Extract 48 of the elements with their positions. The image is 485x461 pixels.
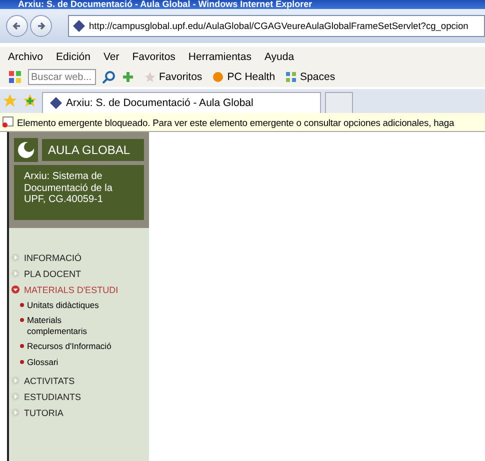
browser-tab[interactable]: Arxiu: S. de Documentació - Aula Global — [42, 92, 321, 113]
forward-button[interactable] — [30, 15, 52, 37]
bullet-icon — [11, 253, 20, 262]
grid-icon — [285, 71, 298, 83]
star-icon[interactable] — [2, 93, 18, 109]
nav-item[interactable]: ESTUDIANTS — [9, 388, 149, 405]
bullet-icon — [11, 376, 20, 386]
logo-icon — [14, 138, 38, 162]
info-bar[interactable]: Elemento emergente bloqueado. Para ver este elemento emergente o consultar opciones adicionales, haga — [0, 113, 485, 132]
menu-item[interactable]: Archivo — [8, 51, 44, 63]
menu-item[interactable]: Ayuda — [264, 51, 294, 63]
star-plus-icon[interactable] — [22, 93, 38, 109]
forward-arrow-icon — [35, 20, 47, 32]
page-icon — [72, 19, 86, 33]
back-arrow-icon — [11, 20, 23, 32]
address-field[interactable]: http://campusglobal.upf.edu/AulaGlobal/CGAGVeureAulaGlobalFrameSetServlet?cg_opcion — [68, 15, 485, 37]
menu-item[interactable]: Ver — [103, 51, 120, 63]
nav-item[interactable]: ACTIVITATS — [9, 372, 149, 389]
window-title: Arxiu: S. de Documentació - Aula Global - Windows Internet Explorer — [18, 0, 312, 9]
search-icon[interactable] — [102, 70, 116, 84]
bullet-icon — [11, 269, 20, 278]
logo-text: AULA GLOBAL — [42, 139, 144, 161]
toolbar-button[interactable]: Spaces — [285, 71, 336, 83]
nav-subitem[interactable]: Unitats didàctiques — [9, 300, 120, 310]
plus-icon[interactable] — [122, 71, 134, 83]
circle-icon — [212, 71, 224, 83]
star-icon — [144, 71, 156, 83]
page-icon — [49, 96, 63, 110]
nav-subitem[interactable]: Recursos d'Informació — [9, 341, 120, 352]
back-button[interactable] — [6, 15, 28, 37]
windows-flag-icon[interactable] — [8, 70, 22, 84]
toolbar-button[interactable]: Favoritos — [144, 71, 202, 83]
menu-item[interactable]: Edición — [56, 51, 90, 63]
course-title: Arxiu: Sistema de Documentació de la UPF, CG.40059-1 — [14, 165, 144, 220]
nav-item[interactable]: TUTORIA — [9, 404, 149, 421]
nav-subitem[interactable]: Glossari — [9, 357, 120, 368]
bullet-icon — [11, 408, 20, 418]
nav-subitem[interactable]: Materials complementaris — [9, 315, 120, 336]
blocked-popup-icon — [2, 116, 14, 128]
nav-item[interactable]: INFORMACIÓ — [9, 250, 149, 266]
nav-item[interactable]: PLA DOCENT — [9, 266, 149, 282]
nav-item[interactable]: MATERIALS D'ESTUDI — [9, 282, 149, 298]
bullet-icon — [11, 392, 20, 402]
bullet-icon — [11, 285, 20, 294]
menu-item[interactable]: Favoritos — [132, 51, 176, 63]
search-field[interactable]: Buscar web... — [28, 69, 96, 85]
toolbar-button[interactable]: PC Health — [212, 71, 276, 83]
menu-item[interactable]: Herramientas — [188, 51, 252, 63]
